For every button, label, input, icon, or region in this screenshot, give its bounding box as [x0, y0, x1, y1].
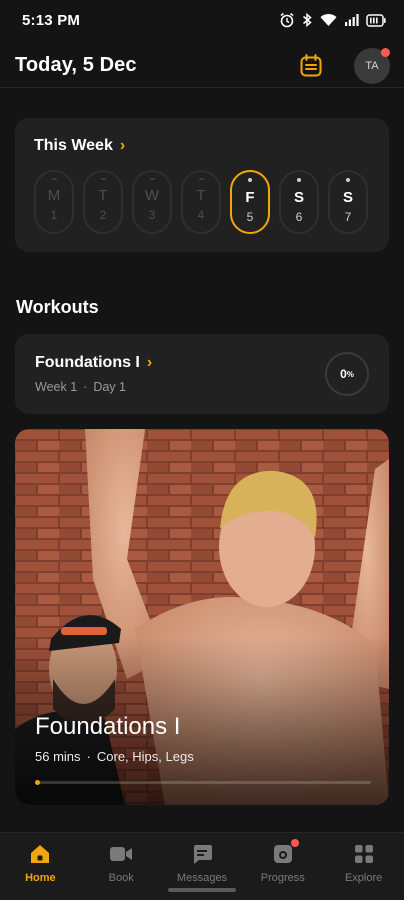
- this-week-link[interactable]: This Week ›: [34, 137, 125, 155]
- day-letter: T: [98, 187, 108, 204]
- day-pill[interactable]: S7: [328, 170, 368, 234]
- workouts-heading: Workouts: [16, 297, 99, 317]
- app-header: Today, 5 Dec TA: [0, 44, 404, 88]
- featured-workout-meta: 56 mins · Core, Hips, Legs: [35, 749, 194, 764]
- grid-icon: [352, 842, 376, 866]
- workout-progress-fill: [35, 780, 40, 785]
- day-number: 1: [50, 208, 58, 222]
- day-indicator: [346, 178, 350, 182]
- day-indicator: [149, 178, 155, 180]
- workout-progress-bar: [35, 780, 371, 785]
- progress-unit: %: [346, 369, 354, 379]
- meta-separator: ·: [86, 749, 91, 764]
- day-number: 5: [246, 210, 254, 224]
- calendar-icon: [300, 54, 322, 77]
- chat-icon: [190, 842, 214, 866]
- gesture-bar[interactable]: [168, 888, 236, 892]
- avatar[interactable]: TA: [354, 47, 390, 84]
- page-title: Today, 5 Dec: [15, 54, 137, 76]
- this-week-card: This Week › M1 T2 W3 T4 F5 S6 S7: [15, 118, 389, 252]
- tab-home[interactable]: Home: [0, 833, 81, 900]
- notification-dot: [290, 839, 299, 847]
- video-icon: [109, 842, 133, 866]
- workout-duration: 56 mins: [35, 749, 81, 764]
- program-title-link[interactable]: Foundations I ›: [35, 354, 152, 372]
- status-bar: 5:13 PM: [0, 0, 404, 40]
- tab-progress[interactable]: Progress: [242, 833, 323, 900]
- program-progress-ring: 0%: [325, 352, 369, 396]
- tab-label: Messages: [176, 872, 228, 884]
- tab-label: Progress: [260, 872, 305, 884]
- day-number: 6: [295, 210, 303, 224]
- day-number: 2: [99, 208, 107, 222]
- program-day: Day 1: [93, 380, 126, 394]
- day-indicator: [248, 178, 252, 182]
- program-week: Week 1: [35, 380, 78, 394]
- header-actions: TA: [298, 47, 390, 84]
- day-pill[interactable]: W3: [132, 170, 172, 234]
- tab-label: Explore: [344, 872, 383, 884]
- status-icons: [279, 12, 386, 28]
- home-icon: [28, 842, 52, 866]
- day-indicator: [198, 178, 204, 180]
- day-pill[interactable]: T4: [181, 170, 221, 234]
- day-indicator: [100, 178, 106, 180]
- day-letter: M: [47, 187, 61, 204]
- tab-label: Book: [108, 872, 134, 884]
- day-letter: S: [293, 189, 304, 206]
- program-meta: Week 1 · Day 1: [35, 380, 126, 394]
- meta-separator: ·: [83, 380, 88, 394]
- day-number: 4: [197, 208, 205, 222]
- camera-icon: [271, 839, 299, 866]
- day-letter: S: [342, 189, 353, 206]
- tab-explore[interactable]: Explore: [323, 833, 404, 900]
- alarm-icon: [280, 12, 294, 28]
- featured-workout-title: Foundations I: [35, 713, 181, 740]
- program-title: Foundations I: [35, 354, 140, 371]
- day-number: 7: [344, 210, 352, 224]
- week-day-strip: M1 T2 W3 T4 F5 S6 S7: [34, 170, 368, 234]
- avatar-initials: TA: [365, 59, 379, 72]
- day-number: 3: [148, 208, 156, 222]
- notification-dot: [381, 47, 390, 57]
- progress-value: 0: [340, 367, 347, 381]
- program-card[interactable]: Foundations I › Week 1 · Day 1 0%: [15, 334, 389, 414]
- day-pill[interactable]: S6: [279, 170, 319, 234]
- featured-workout-card[interactable]: Foundations I 56 mins · Core, Hips, Legs: [15, 429, 389, 805]
- day-pill-today[interactable]: F5: [230, 170, 270, 234]
- tab-label: Home: [25, 872, 56, 884]
- day-letter: F: [245, 189, 255, 206]
- status-time: 5:13 PM: [22, 11, 81, 29]
- day-pill[interactable]: T2: [83, 170, 123, 234]
- this-week-title: This Week: [34, 137, 113, 154]
- signal-icon: [345, 14, 359, 26]
- workout-focus: Core, Hips, Legs: [96, 749, 194, 764]
- chevron-right-icon: ›: [119, 137, 126, 154]
- bluetooth-icon: [303, 12, 312, 28]
- wifi-icon: [320, 13, 337, 26]
- chevron-right-icon: ›: [146, 354, 153, 371]
- day-indicator: [51, 178, 57, 180]
- day-letter: T: [196, 187, 206, 204]
- day-pill[interactable]: M1: [34, 170, 74, 234]
- day-indicator: [297, 178, 301, 182]
- tab-book[interactable]: Book: [81, 833, 162, 900]
- day-letter: W: [144, 187, 160, 204]
- calendar-button[interactable]: [298, 53, 324, 79]
- battery-icon: [366, 13, 386, 27]
